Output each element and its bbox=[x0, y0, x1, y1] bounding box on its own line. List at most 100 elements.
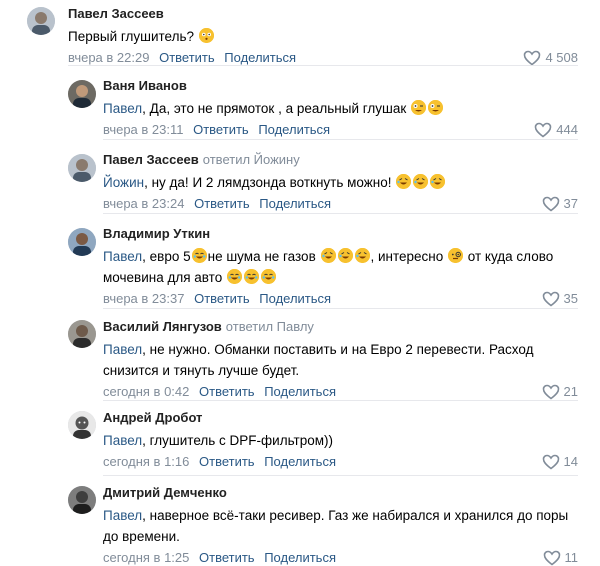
comment-2: Павел Зассеев ответил Йожину Йожин, ну да… bbox=[0, 140, 600, 214]
like-button[interactable]: 21 bbox=[542, 384, 578, 400]
rofl-emoji-icon bbox=[413, 174, 429, 189]
share-button[interactable]: Поделиться bbox=[264, 550, 336, 565]
reply-button[interactable]: Ответить bbox=[199, 454, 255, 469]
comment-0: Павел Зассеев Первый глушитель? вчера в … bbox=[0, 0, 600, 66]
comment-text: Павел, наверное всё-таки ресивер. Газ же… bbox=[103, 505, 578, 547]
reply-button[interactable]: Ответить bbox=[194, 196, 250, 211]
share-button[interactable]: Поделиться bbox=[224, 50, 296, 65]
avatar[interactable] bbox=[68, 411, 96, 439]
comment-text-part: , наверное всё-таки ресивер. Газ же наби… bbox=[103, 508, 569, 544]
crazy-emoji-icon bbox=[411, 100, 426, 115]
replied-to: ответил Йожину bbox=[202, 152, 300, 167]
like-button[interactable]: 37 bbox=[542, 196, 578, 212]
like-button[interactable]: 444 bbox=[534, 122, 578, 138]
mention-link[interactable]: Йожин bbox=[103, 175, 144, 190]
comment-date[interactable]: вчера в 23:37 bbox=[103, 291, 184, 306]
comment-text: Павел, Да, это не прямоток , а реальный … bbox=[103, 98, 578, 119]
comment-5: Андрей Дробот Павел, глушитель с DPF-фил… bbox=[0, 401, 600, 476]
reply-button[interactable]: Ответить bbox=[193, 122, 249, 137]
comment-date[interactable]: сегодня в 0:42 bbox=[103, 384, 189, 399]
like-count: 444 bbox=[556, 122, 578, 137]
comment-meta: сегодня в 1:16 Ответить Поделиться 14 bbox=[103, 454, 578, 470]
mention-link[interactable]: Павел bbox=[103, 433, 142, 448]
avatar[interactable] bbox=[68, 320, 96, 348]
heart-icon bbox=[542, 196, 559, 212]
avatar[interactable] bbox=[68, 486, 96, 514]
mention-link[interactable]: Павел bbox=[103, 508, 142, 523]
comment-6: Дмитрий Демченко Павел, наверное всё-так… bbox=[0, 476, 600, 566]
comment-text: Павел, евро 5 не шума не газов , интересн… bbox=[103, 246, 578, 288]
like-button[interactable]: 35 bbox=[542, 291, 578, 307]
comment-author-name[interactable]: Павел Зассеев bbox=[103, 152, 199, 167]
comment-text-part: , Да, это не прямоток , а реальный глуша… bbox=[142, 101, 407, 116]
mention-link[interactable]: Павел bbox=[103, 342, 142, 357]
joy-emoji-icon bbox=[243, 269, 259, 284]
comment-author-name[interactable]: Василий Лянгузов bbox=[103, 319, 222, 334]
comment-date[interactable]: вчера в 22:29 bbox=[68, 50, 149, 65]
share-button[interactable]: Поделиться bbox=[258, 122, 330, 137]
rofl-emoji-icon bbox=[430, 174, 446, 189]
like-count: 37 bbox=[563, 196, 578, 211]
mention-link[interactable]: Павел bbox=[103, 101, 142, 116]
rofl-emoji-icon bbox=[396, 174, 412, 189]
heart-icon bbox=[534, 122, 552, 138]
comment-author[interactable]: Павел Зассеев ответил Йожину bbox=[103, 152, 578, 168]
heart-icon bbox=[542, 454, 559, 470]
comment-date[interactable]: вчера в 23:11 bbox=[103, 122, 183, 137]
comment-date[interactable]: сегодня в 1:16 bbox=[103, 454, 189, 469]
comment-author[interactable]: Ваня Иванов bbox=[103, 78, 578, 94]
comment-text-part: , интересно bbox=[370, 249, 448, 264]
avatar[interactable] bbox=[27, 7, 55, 35]
like-count: 11 bbox=[564, 550, 579, 565]
crazy-emoji-icon bbox=[428, 100, 443, 115]
like-button[interactable]: 11 bbox=[543, 550, 579, 566]
avatar[interactable] bbox=[68, 154, 96, 182]
comment-text-part: , евро 5 bbox=[142, 249, 191, 264]
reply-button[interactable]: Ответить bbox=[199, 384, 255, 399]
comment-author[interactable]: Дмитрий Демченко bbox=[103, 485, 578, 501]
comment-1: Ваня Иванов Павел, Да, это не прямоток ,… bbox=[0, 66, 600, 140]
mention-link[interactable]: Павел bbox=[103, 249, 142, 264]
comment-meta: вчера в 22:29 Ответить Поделиться 4 508 bbox=[68, 50, 578, 66]
heart-icon bbox=[543, 550, 560, 566]
monocle-emoji-icon bbox=[448, 248, 464, 263]
joy-emoji-icon bbox=[260, 269, 276, 284]
like-button[interactable]: 4 508 bbox=[523, 50, 578, 66]
comment-author[interactable]: Василий Лянгузов ответил Павлу bbox=[103, 319, 578, 335]
comment-date[interactable]: сегодня в 1:25 bbox=[103, 550, 189, 565]
heart-icon bbox=[524, 50, 541, 66]
share-button[interactable]: Поделиться bbox=[264, 454, 336, 469]
like-count: 35 bbox=[563, 291, 578, 306]
comment-author[interactable]: Павел Зассеев bbox=[68, 6, 578, 22]
avatar[interactable] bbox=[68, 228, 96, 256]
comment-4: Василий Лянгузов ответил Павлу Павел, не … bbox=[0, 309, 600, 401]
share-button[interactable]: Поделиться bbox=[259, 291, 331, 306]
share-button[interactable]: Поделиться bbox=[264, 384, 336, 399]
heart-icon bbox=[542, 291, 559, 307]
comment-meta: вчера в 23:11 Ответить Поделиться 444 bbox=[103, 122, 578, 138]
comment-text-part: не шума не газов bbox=[207, 249, 320, 264]
comment-text-part: Первый глушитель? bbox=[68, 29, 195, 44]
like-count: 14 bbox=[563, 454, 578, 469]
like-count: 4 508 bbox=[545, 50, 578, 65]
joy-emoji-icon bbox=[226, 269, 242, 284]
comment-meta: сегодня в 0:42 Ответить Поделиться 21 bbox=[103, 384, 578, 400]
reply-button[interactable]: Ответить bbox=[159, 50, 215, 65]
comment-text-part: , глушитель с DPF-фильтром)) bbox=[142, 433, 334, 448]
comment-meta: вчера в 23:24 Ответить Поделиться 37 bbox=[103, 196, 578, 212]
heart-icon bbox=[542, 384, 559, 400]
rofl-emoji-icon bbox=[354, 248, 370, 263]
reply-button[interactable]: Ответить bbox=[194, 291, 250, 306]
comment-author[interactable]: Владимир Уткин bbox=[103, 226, 578, 242]
comment-text-part: , не нужно. Обманки поставить и на Евро … bbox=[103, 342, 534, 378]
replied-to: ответил Павлу bbox=[225, 319, 314, 334]
comment-author[interactable]: Андрей Дробот bbox=[103, 410, 578, 426]
comment-meta: вчера в 23:37 Ответить Поделиться 35 bbox=[103, 291, 578, 307]
comment-text: Первый глушитель? bbox=[68, 26, 578, 47]
reply-button[interactable]: Ответить bbox=[199, 550, 255, 565]
comment-3: Владимир Уткин Павел, евро 5 не шума не г… bbox=[0, 214, 600, 309]
share-button[interactable]: Поделиться bbox=[259, 196, 331, 211]
avatar[interactable] bbox=[68, 80, 96, 108]
like-button[interactable]: 14 bbox=[542, 454, 578, 470]
comment-date[interactable]: вчера в 23:24 bbox=[103, 196, 184, 211]
